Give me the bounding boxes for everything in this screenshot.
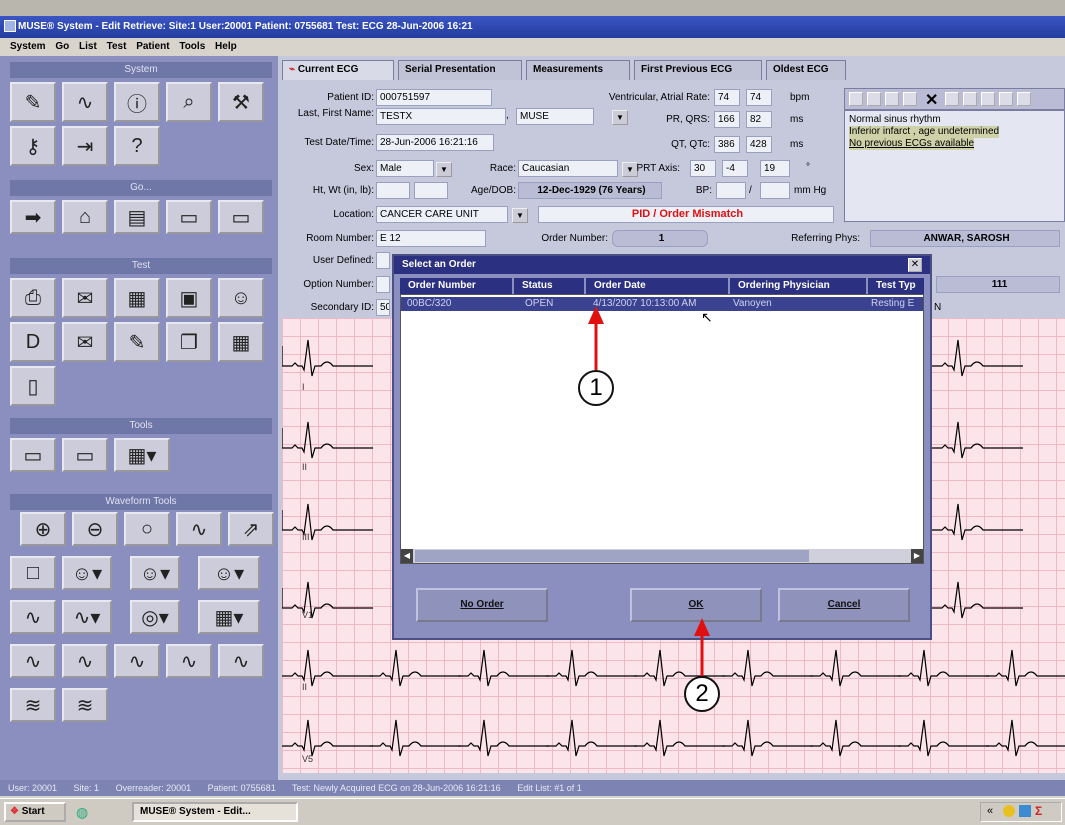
callout-2: 2 xyxy=(684,676,720,712)
start-label: Start xyxy=(21,806,45,817)
status-edit-list: Edit List: #1 of 1 xyxy=(517,783,582,793)
status-site: Site: 1 xyxy=(73,783,100,793)
taskbar: ❖ Start ◍ MUSE® System - Edit... « Σ xyxy=(0,798,1065,825)
system-tray: « Σ xyxy=(980,802,1062,822)
start-button[interactable]: ❖ Start xyxy=(4,802,66,822)
status-user: User: 20001 xyxy=(8,783,58,793)
tray-network-icon[interactable] xyxy=(1019,805,1031,817)
tray-app-icon[interactable]: Σ xyxy=(1035,804,1042,818)
callout-arrows xyxy=(588,306,710,676)
windows-logo-icon: ❖ xyxy=(10,806,19,817)
status-patient: Patient: 0755681 xyxy=(207,783,276,793)
tray-expand-icon[interactable]: « xyxy=(987,805,993,817)
status-bar: User: 20001 Site: 1 Overreader: 20001 Pa… xyxy=(0,780,1065,796)
status-test: Test: Newly Acquired ECG on 28-Jun-2006 … xyxy=(292,783,501,793)
status-overreader: Overreader: 20001 xyxy=(115,783,192,793)
browser-icon[interactable]: ◍ xyxy=(76,804,88,821)
taskbar-muse-item[interactable]: MUSE® System - Edit... xyxy=(132,802,298,822)
tray-alert-icon[interactable] xyxy=(1003,805,1015,817)
callout-1: 1 xyxy=(578,370,614,406)
